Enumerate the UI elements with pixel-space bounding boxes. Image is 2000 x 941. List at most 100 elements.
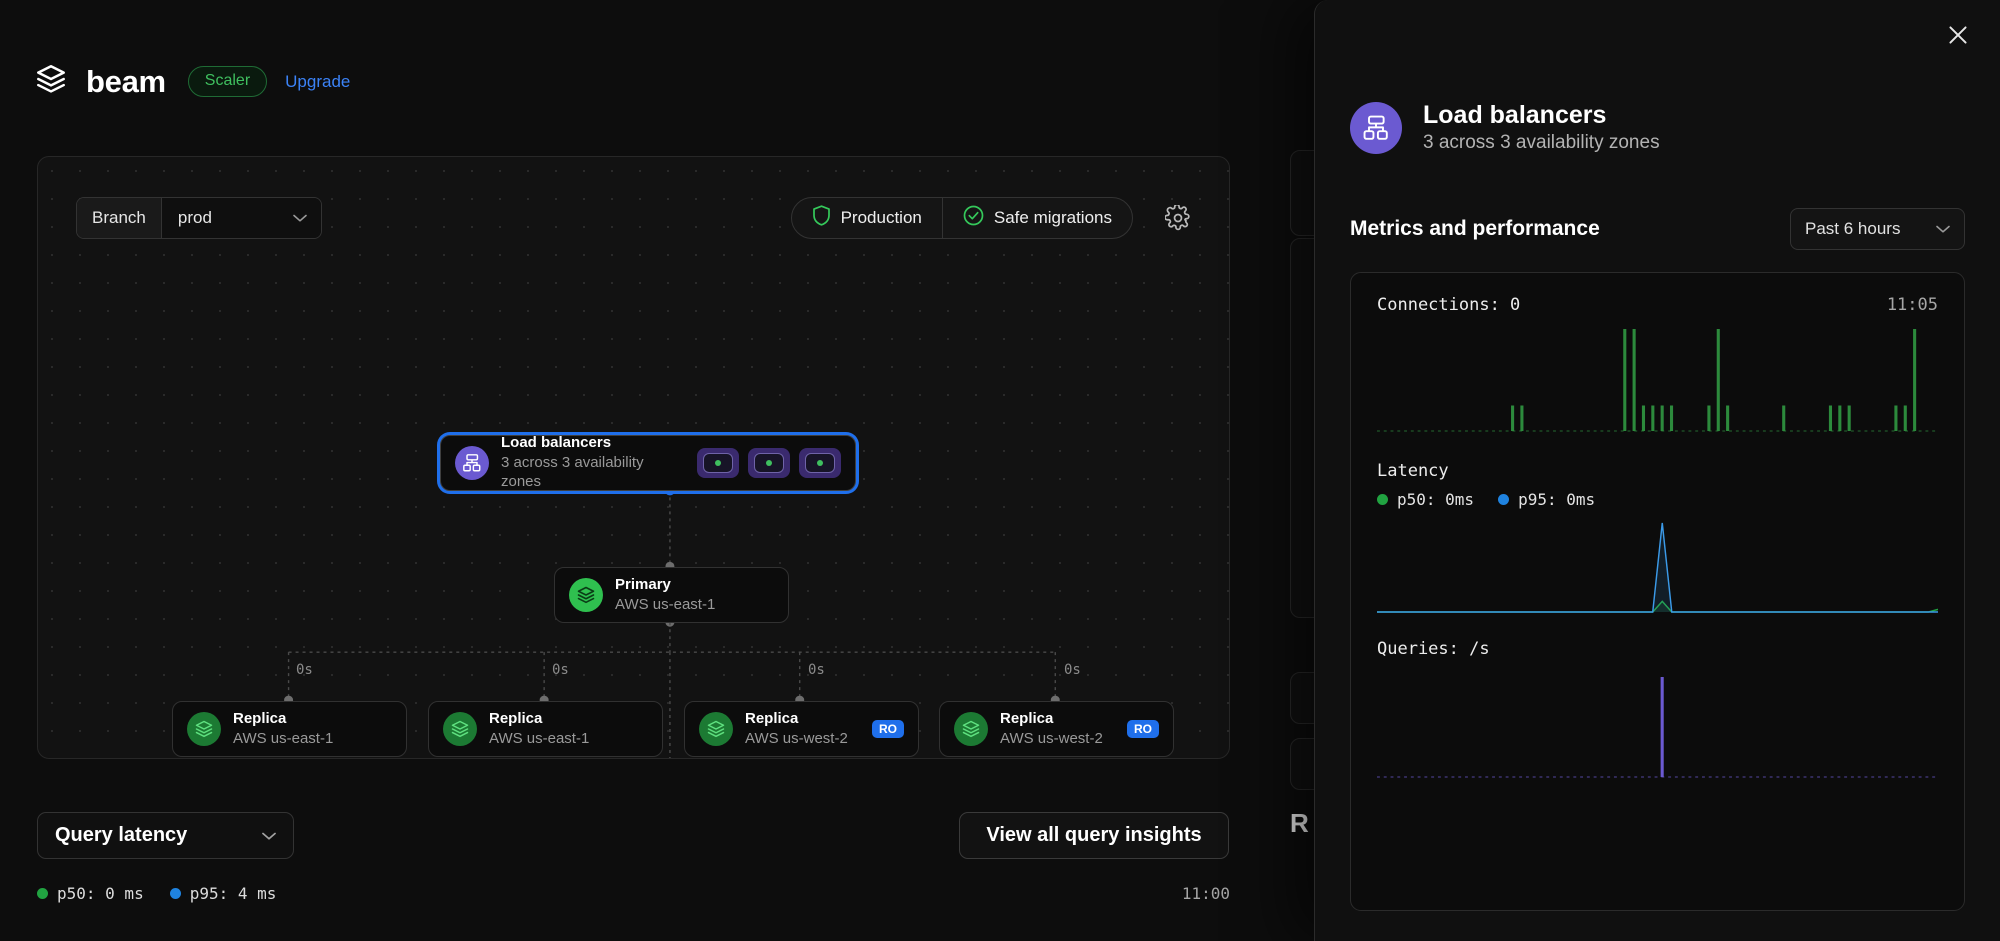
replica-lag-4: 0s xyxy=(1064,662,1081,678)
node-title: Replica xyxy=(489,709,543,727)
queries-label: Queries: /s xyxy=(1377,639,1490,659)
panel-title: Load balancers xyxy=(1423,101,1607,129)
node-title: Load balancers xyxy=(501,434,612,452)
latency-legend: p50: 0ms p95: 0ms xyxy=(1377,490,1938,509)
node-subtitle: AWS us-east-1 xyxy=(233,729,334,747)
topology-canvas: Branch prod Production Safe migrations 0… xyxy=(37,156,1230,759)
database-icon xyxy=(443,712,477,746)
close-icon[interactable] xyxy=(1945,22,1971,48)
node-title: Replica xyxy=(745,709,799,727)
connections-header: Connections: 0 11:05 xyxy=(1377,295,1938,315)
read-only-badge: RO xyxy=(1127,720,1159,738)
queries-chart[interactable] xyxy=(1377,673,1938,781)
replica-lag-3: 0s xyxy=(808,662,825,678)
chevron-down-icon xyxy=(262,827,276,845)
panel-header: Load balancers 3 across 3 availability z… xyxy=(1350,100,1660,155)
node-replica-2[interactable]: Replica AWS us-east-1 xyxy=(428,701,663,757)
status-dot xyxy=(715,460,721,466)
connections-label: Connections: 0 xyxy=(1377,295,1521,315)
node-title: Replica xyxy=(1000,709,1054,727)
metrics-header: Metrics and performance Past 6 hours xyxy=(1350,208,1965,250)
node-replica-4-text: Replica AWS us-west-2 xyxy=(1000,710,1103,749)
connections-chart[interactable] xyxy=(1377,325,1938,435)
legend-label: p50: 0ms xyxy=(1397,490,1475,509)
node-subtitle: AWS us-west-2 xyxy=(745,729,848,747)
status-chip-group: Production Safe migrations xyxy=(790,197,1133,239)
plan-badge: Scaler xyxy=(187,66,268,97)
legend-dot xyxy=(1377,494,1388,505)
node-load-balancers[interactable]: Load balancers 3 across 3 availability z… xyxy=(440,434,856,491)
database-icon xyxy=(187,712,221,746)
availability-zone-1 xyxy=(697,448,739,478)
chevron-down-icon xyxy=(293,209,307,227)
database-icon xyxy=(699,712,733,746)
node-primary[interactable]: Primary AWS us-east-1 xyxy=(554,567,789,623)
availability-zone-indicators xyxy=(697,448,841,478)
panel-header-text: Load balancers 3 across 3 availability z… xyxy=(1423,100,1660,155)
node-replica-3-text: Replica AWS us-west-2 xyxy=(745,710,848,749)
status-dot xyxy=(766,460,772,466)
node-replica-3[interactable]: Replica AWS us-west-2 RO xyxy=(684,701,919,757)
shield-icon xyxy=(812,205,831,231)
time-range-select[interactable]: Past 6 hours xyxy=(1790,208,1965,250)
node-load-balancers-text: Load balancers 3 across 3 availability z… xyxy=(501,434,685,491)
view-all-query-insights-button[interactable]: View all query insights xyxy=(959,812,1229,859)
bottom-timestamp: 11:00 xyxy=(1181,884,1230,903)
metrics-card: Connections: 0 11:05 Latency p50: 0ms p9… xyxy=(1350,272,1965,911)
latency-metric: Latency p50: 0ms p95: 0ms xyxy=(1377,461,1938,617)
metric-select[interactable]: Query latency xyxy=(37,812,294,859)
availability-zone-2 xyxy=(748,448,790,478)
legend-item-p50: p50: 0 ms xyxy=(37,884,144,903)
node-title: Replica xyxy=(233,709,287,727)
brand-name: beam xyxy=(86,64,166,99)
database-icon xyxy=(954,712,988,746)
replica-lag-2: 0s xyxy=(552,662,569,678)
latency-label: Latency xyxy=(1377,461,1449,481)
metric-select-label: Query latency xyxy=(55,824,188,846)
metrics-title: Metrics and performance xyxy=(1350,217,1600,240)
latency-chart[interactable] xyxy=(1377,517,1938,617)
legend-label: p95: 0ms xyxy=(1518,490,1596,509)
branch-selector-group: Branch prod xyxy=(76,197,322,239)
query-latency-legend: p50: 0 ms p95: 4 ms xyxy=(37,884,276,903)
safe-migrations-chip[interactable]: Safe migrations xyxy=(941,198,1132,238)
upgrade-link[interactable]: Upgrade xyxy=(285,72,350,92)
panel-subtitle: 3 across 3 availability zones xyxy=(1423,131,1660,153)
detail-panel: Load balancers 3 across 3 availability z… xyxy=(1314,0,2000,941)
queries-metric: Queries: /s xyxy=(1377,639,1938,781)
node-replica-1[interactable]: Replica AWS us-east-1 xyxy=(172,701,407,757)
node-title: Primary xyxy=(615,575,671,593)
read-only-badge: RO xyxy=(872,720,904,738)
database-icon xyxy=(569,578,603,612)
availability-zone-3 xyxy=(799,448,841,478)
node-subtitle: AWS us-east-1 xyxy=(489,729,590,747)
production-chip-label: Production xyxy=(840,208,922,227)
check-circle-icon xyxy=(963,205,984,231)
legend-item-p95: p95: 0ms xyxy=(1498,490,1595,509)
legend-dot xyxy=(1498,494,1510,505)
connections-timestamp: 11:05 xyxy=(1886,295,1938,315)
load-balancer-icon xyxy=(1350,101,1402,154)
node-replica-1-text: Replica AWS us-east-1 xyxy=(233,710,333,749)
legend-item-p50: p50: 0ms xyxy=(1377,490,1474,509)
gear-icon[interactable] xyxy=(1164,203,1191,231)
app-header: beam Scaler Upgrade xyxy=(34,62,350,101)
branch-label: Branch xyxy=(77,198,161,238)
legend-label: p50: 0 ms xyxy=(57,884,144,903)
node-replica-4[interactable]: Replica AWS us-west-2 RO xyxy=(939,701,1174,757)
topology-toolbar: Branch prod Production Safe migrations xyxy=(76,197,1191,239)
background-section-heading: R xyxy=(1290,808,1309,838)
legend-label: p95: 4 ms xyxy=(189,884,277,903)
time-range-value: Past 6 hours xyxy=(1805,219,1901,238)
legend-item-p95: p95: 4 ms xyxy=(169,884,277,903)
branch-select[interactable]: prod xyxy=(160,198,321,238)
node-replica-2-text: Replica AWS us-east-1 xyxy=(489,710,589,749)
safe-migrations-chip-label: Safe migrations xyxy=(993,208,1112,227)
node-primary-text: Primary AWS us-east-1 xyxy=(615,576,715,615)
replica-lag-1: 0s xyxy=(296,662,313,678)
node-subtitle: AWS us-east-1 xyxy=(615,595,716,613)
chevron-down-icon xyxy=(1936,220,1950,238)
node-subtitle: 3 across 3 availability zones xyxy=(501,454,644,490)
branch-select-value: prod xyxy=(177,208,212,227)
production-chip[interactable]: Production xyxy=(792,198,942,238)
